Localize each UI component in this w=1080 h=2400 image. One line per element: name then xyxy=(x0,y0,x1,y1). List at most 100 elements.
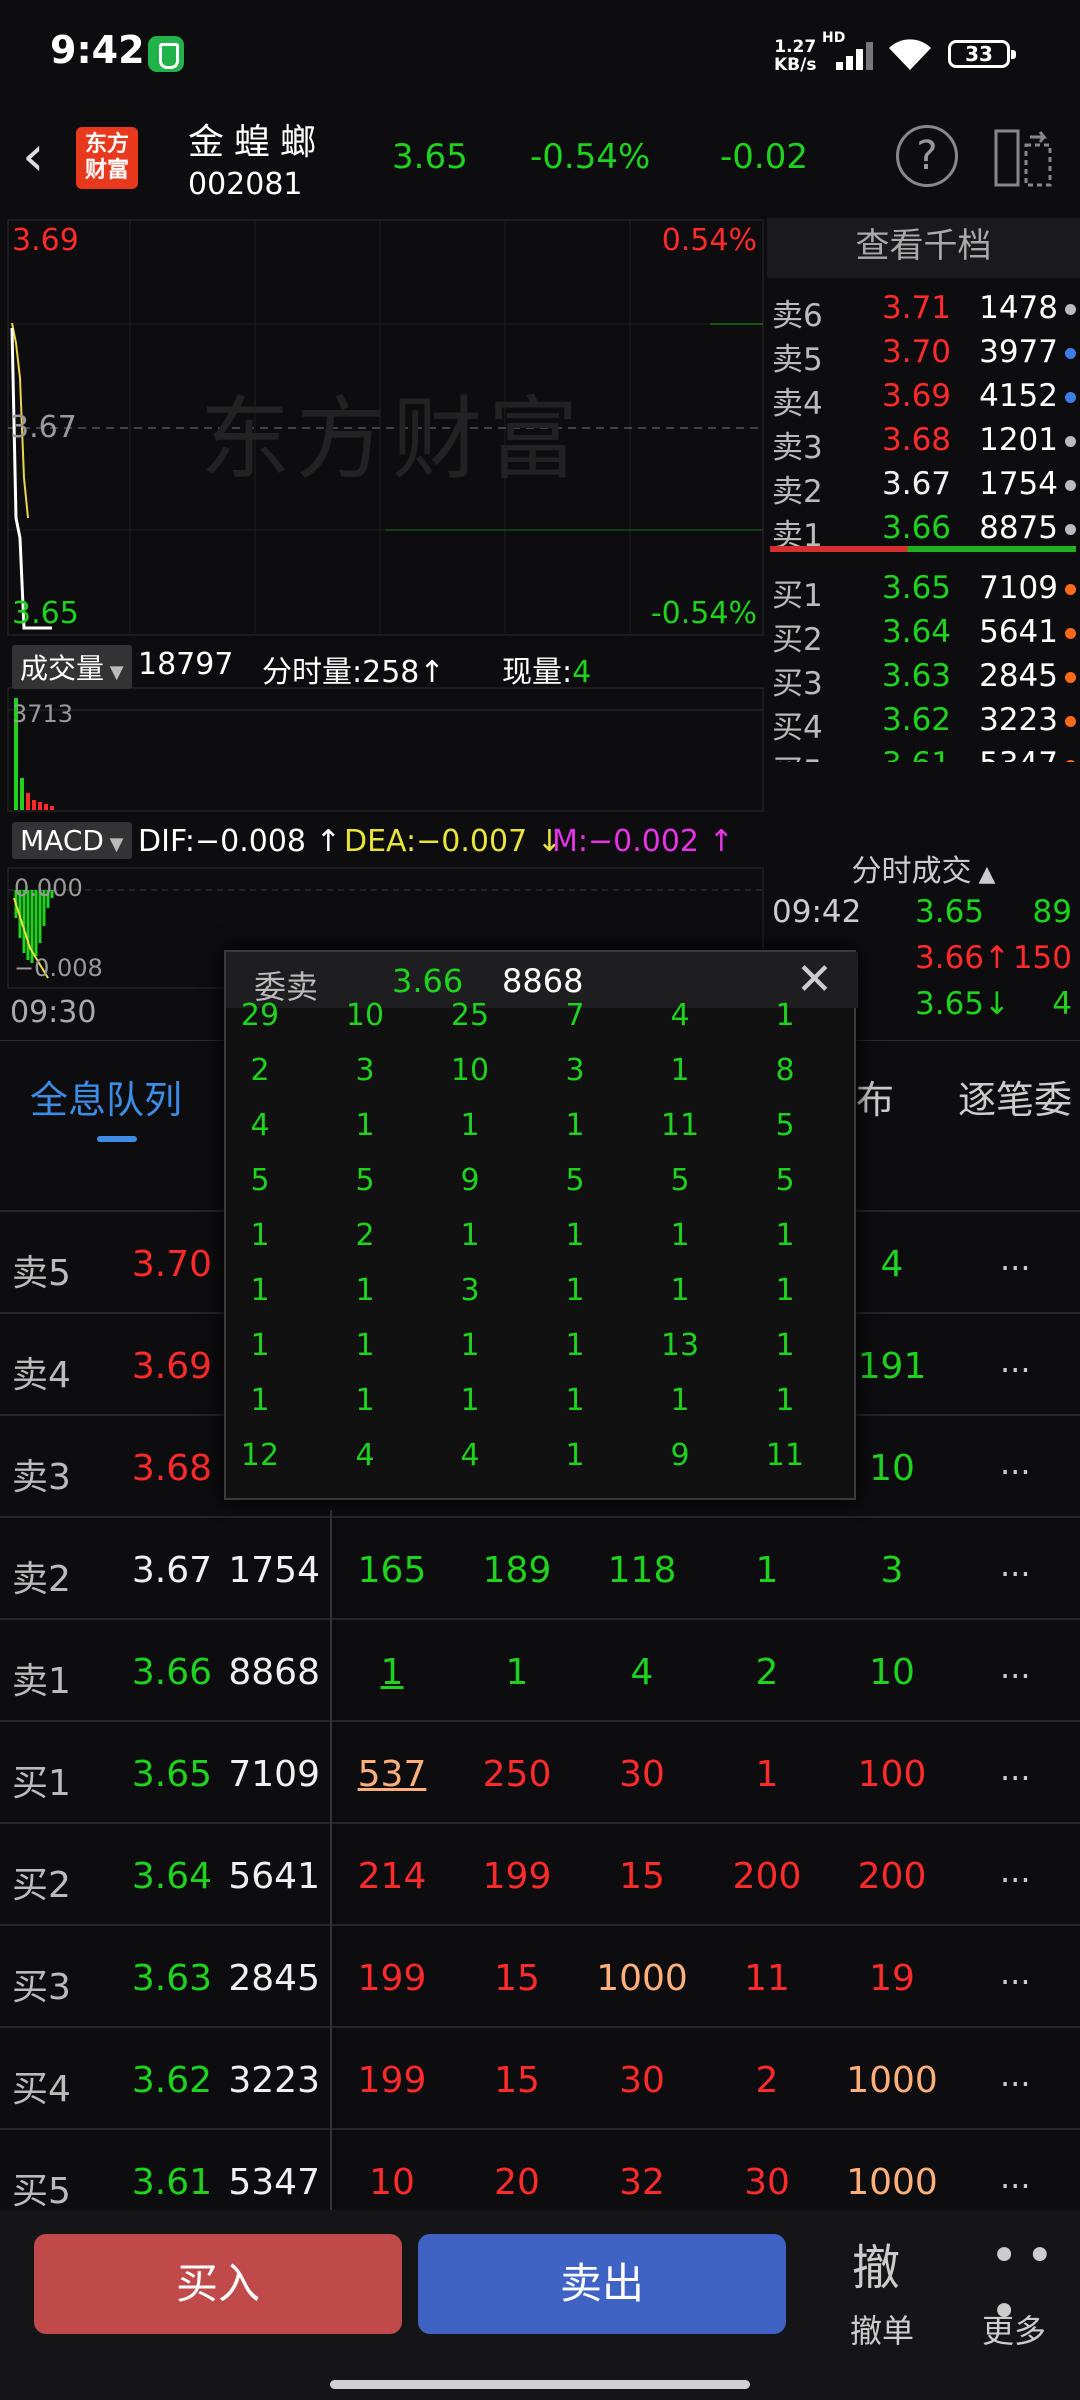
more-dots-icon[interactable]: ... xyxy=(1000,1648,1031,1686)
queue-order-cell[interactable]: 15 xyxy=(455,1958,579,1999)
queue-order-cell[interactable]: 19 xyxy=(830,1958,954,1999)
queue-order-cell[interactable]: 3 xyxy=(830,1550,954,1591)
more-dots-icon[interactable]: ... xyxy=(1000,1342,1031,1380)
more-button[interactable]: 更多 xyxy=(982,2306,1046,2352)
queue-order-cell[interactable]: 1 xyxy=(705,1550,829,1591)
bid-row[interactable]: 买1 3.65 7109 xyxy=(767,570,1080,614)
ask-row[interactable]: 卖3 3.68 1201 xyxy=(767,422,1080,466)
bid-volume: 7109 xyxy=(979,570,1058,606)
ask-row[interactable]: 卖2 3.67 1754 xyxy=(767,466,1080,510)
queue-price: 3.66 xyxy=(131,1652,212,1693)
cancel-order-button[interactable]: 撤单 xyxy=(850,2306,914,2352)
ask-volume: 8875 xyxy=(979,510,1058,546)
ask-row[interactable]: 卖6 3.71 1478 xyxy=(767,290,1080,334)
more-dots-icon[interactable]: ... xyxy=(1000,2056,1031,2094)
view-depth-button[interactable]: 查看千档 xyxy=(767,218,1080,278)
tick-price: 3.66↑ xyxy=(915,940,1010,976)
back-arrow-icon[interactable]: ‹ xyxy=(22,127,44,187)
queue-row[interactable]: 买4 3.62 3223 199 15 30 2 1000... xyxy=(0,2026,1080,2126)
queue-order-cell[interactable]: 30 xyxy=(580,1754,704,1795)
popup-order-cell: 10 xyxy=(450,1053,490,1088)
more-dots-icon[interactable]: ... xyxy=(1000,1546,1031,1584)
queue-order-cell[interactable]: 10 xyxy=(330,2162,454,2203)
bid-row[interactable]: 买3 3.63 2845 xyxy=(767,658,1080,702)
queue-order-cell[interactable]: 1000 xyxy=(580,1958,704,1999)
intraday-chart[interactable]: 3.69 0.54% 3.67 东方财富 3.65 -0.54% 成交量 ▼ 1… xyxy=(0,218,765,1038)
tab-tick-orders[interactable]: 逐笔委 xyxy=(958,1069,1072,1124)
queue-order-cell[interactable]: 30 xyxy=(705,2162,829,2203)
more-dots-icon[interactable]: ... xyxy=(1000,1750,1031,1788)
dot-icon xyxy=(1065,348,1076,359)
ticks-title-label: 分时成交 xyxy=(851,854,972,889)
queue-order-cell[interactable]: 2 xyxy=(705,2060,829,2101)
more-dots-icon[interactable]: ... xyxy=(1000,1852,1031,1890)
sell-button[interactable]: 卖出 xyxy=(418,2234,786,2334)
macd-indicator-select[interactable]: MACD ▼ xyxy=(12,822,132,859)
queue-order-cell[interactable]: 165 xyxy=(330,1550,454,1591)
queue-order-cell[interactable]: 15 xyxy=(455,2060,579,2101)
ask-level: 卖5 xyxy=(772,342,823,378)
queue-row[interactable]: 买1 3.65 7109 537 250 30 1 100... xyxy=(0,1720,1080,1820)
ask-price: 3.70 xyxy=(882,334,952,370)
queue-level: 买4 xyxy=(12,2069,71,2110)
queue-order-cell[interactable]: 200 xyxy=(830,1856,954,1897)
queue-order-cell[interactable]: 1 xyxy=(330,1652,454,1693)
cancel-order-icon[interactable]: 撤 xyxy=(852,2228,900,2298)
queue-order-cell[interactable]: 118 xyxy=(580,1550,704,1591)
queue-order-cell[interactable]: 199 xyxy=(330,1958,454,1999)
queue-order-cell[interactable]: 4 xyxy=(580,1652,704,1693)
shield-icon xyxy=(148,36,184,72)
popup-order-cell: 1 xyxy=(250,1273,270,1308)
ask-row[interactable]: 卖4 3.69 4152 xyxy=(767,378,1080,422)
queue-order-cell[interactable]: 10 xyxy=(830,1652,954,1693)
tab-full-queue[interactable]: 全息队列 xyxy=(30,1069,182,1124)
ticks-title[interactable]: 分时成交 ▲ xyxy=(767,846,1080,890)
tab-distribution[interactable]: 布 xyxy=(856,1069,894,1124)
stock-name[interactable]: 金蝗螂 xyxy=(188,113,326,165)
ask-price: 3.67 xyxy=(882,466,952,502)
queue-row[interactable]: 卖2 3.67 1754 165 189 118 1 3... xyxy=(0,1516,1080,1616)
volume-indicator-select[interactable]: 成交量 ▼ xyxy=(12,645,132,689)
queue-volume: 7109 xyxy=(228,1754,320,1795)
queue-order-cell[interactable]: 250 xyxy=(455,1754,579,1795)
queue-order-cell[interactable]: 1 xyxy=(455,1652,579,1693)
queue-order-cell[interactable]: 1000 xyxy=(830,2060,954,2101)
more-dots-icon[interactable]: ... xyxy=(1000,1444,1031,1482)
queue-order-cell[interactable]: 199 xyxy=(455,1856,579,1897)
queue-order-cell[interactable]: 1 xyxy=(705,1754,829,1795)
queue-order-cell[interactable]: 189 xyxy=(455,1550,579,1591)
queue-order-cell[interactable]: 2 xyxy=(705,1652,829,1693)
queue-order-cell[interactable]: 30 xyxy=(580,2060,704,2101)
queue-row[interactable]: 买3 3.63 2845 199 15 1000 11 19... xyxy=(0,1924,1080,2024)
queue-order-cell[interactable]: 15 xyxy=(580,1856,704,1897)
queue-order-cell[interactable]: 200 xyxy=(705,1856,829,1897)
queue-order-cell[interactable]: 100 xyxy=(830,1754,954,1795)
popup-order-cell: 13 xyxy=(660,1328,700,1363)
buy-button[interactable]: 买入 xyxy=(34,2234,402,2334)
queue-order-cell[interactable]: 20 xyxy=(455,2162,579,2203)
dot-icon xyxy=(1065,628,1076,639)
queue-order-cell[interactable]: 214 xyxy=(330,1856,454,1897)
more-dots-icon[interactable]: ... xyxy=(1000,2158,1031,2196)
popup-order-cell: 25 xyxy=(450,998,490,1033)
bid-row[interactable]: 买4 3.62 3223 xyxy=(767,702,1080,746)
queue-order-cell[interactable]: 1000 xyxy=(830,2162,954,2203)
more-dots-icon[interactable]: ... xyxy=(1000,1240,1031,1278)
queue-order-cell[interactable]: 11 xyxy=(705,1958,829,1999)
landscape-switch-icon[interactable] xyxy=(992,127,1054,189)
speed-value: 1.27 xyxy=(774,37,817,57)
queue-order-cell[interactable]: 199 xyxy=(330,2060,454,2101)
ask-row[interactable]: 卖5 3.70 3977 xyxy=(767,334,1080,378)
more-dots-icon[interactable]: ... xyxy=(1000,1954,1031,1992)
queue-order-cell[interactable]: 32 xyxy=(580,2162,704,2203)
popup-order-cell: 1 xyxy=(250,1328,270,1363)
popup-order-cell: 1 xyxy=(565,1328,585,1363)
queue-row[interactable]: 买2 3.64 5641 214 199 15 200 200... xyxy=(0,1822,1080,1922)
queue-order-cell[interactable]: 537 xyxy=(330,1754,454,1795)
queue-row[interactable]: 卖1 3.66 8868 1 1 4 2 10... xyxy=(0,1618,1080,1718)
queue-price: 3.63 xyxy=(131,1958,212,1999)
bid-row[interactable]: 买2 3.64 5641 xyxy=(767,614,1080,658)
help-icon[interactable]: ? xyxy=(896,125,958,187)
ask-level: 卖3 xyxy=(772,430,823,466)
bid-row[interactable]: 买5 3.61 5347 xyxy=(767,746,1080,762)
